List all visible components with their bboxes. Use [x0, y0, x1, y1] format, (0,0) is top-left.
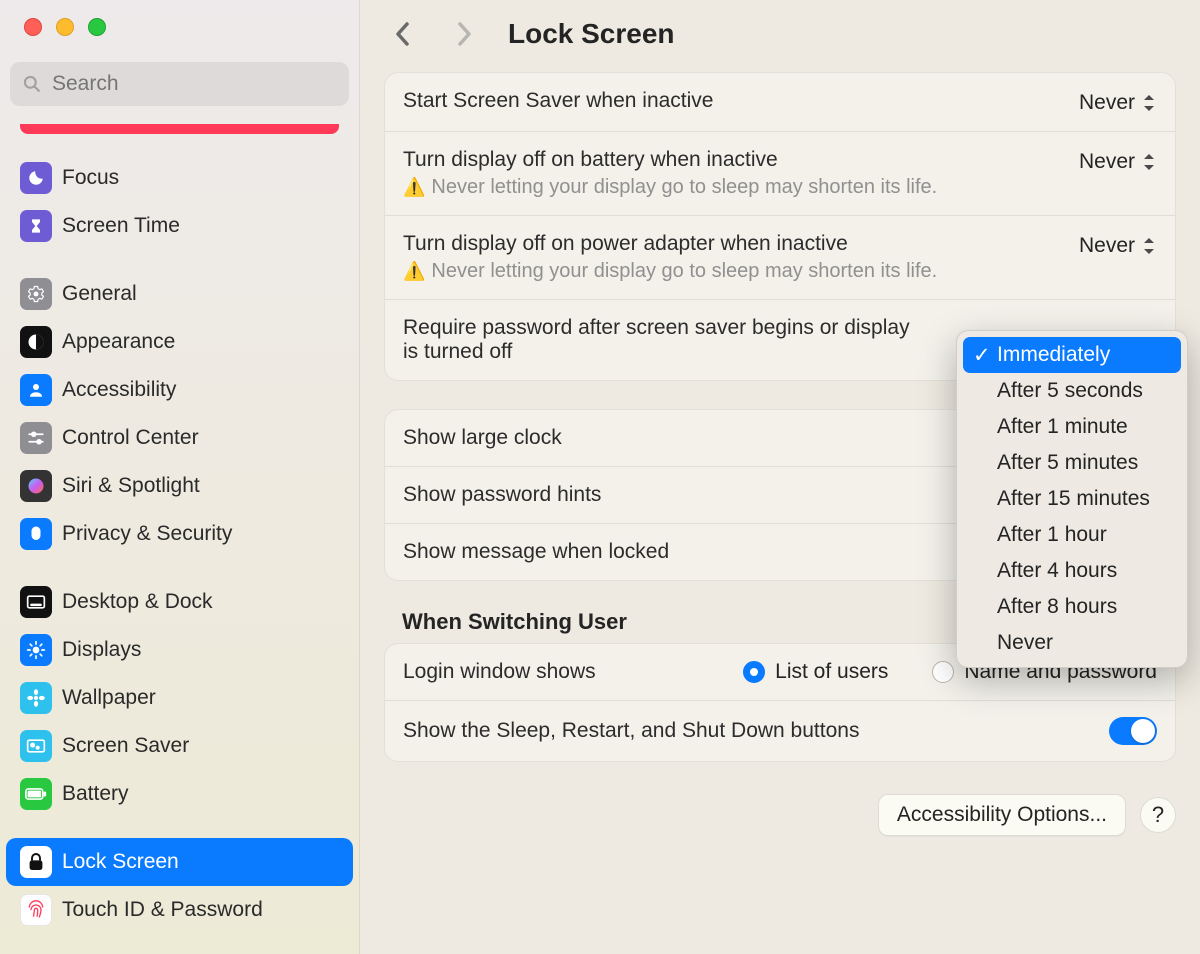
setting-label: Show the Sleep, Restart, and Shut Down b… — [403, 719, 1091, 743]
sidebar-item-label: General — [62, 281, 137, 306]
sidebar-item-appearance[interactable]: Appearance — [6, 318, 353, 366]
setting-power-display: Turn display off on power adapter when i… — [385, 216, 1175, 300]
sidebar-item-label: Displays — [62, 637, 141, 662]
setting-battery-display: Turn display off on battery when inactiv… — [385, 132, 1175, 216]
siri-icon — [20, 470, 52, 502]
sidebar-item-label: Privacy & Security — [62, 521, 232, 546]
hourglass-icon — [20, 210, 52, 242]
battery-popup[interactable]: Never — [1079, 148, 1157, 174]
chevron-updown-icon — [1141, 237, 1157, 255]
moon-icon — [20, 162, 52, 194]
sliders-icon — [20, 422, 52, 454]
dock-icon — [20, 586, 52, 618]
sleep-buttons-toggle[interactable] — [1109, 717, 1157, 745]
sidebar-item-label: Siri & Spotlight — [62, 473, 200, 498]
sidebar-item-desktop-dock[interactable]: Desktop & Dock — [6, 578, 353, 626]
setting-label: Require password after screen saver begi… — [403, 316, 923, 364]
sidebar-item-label: Lock Screen — [62, 849, 179, 874]
menu-option[interactable]: After 5 seconds — [963, 373, 1181, 409]
setting-label: Start Screen Saver when inactive — [403, 89, 1061, 113]
sidebar-item-privacy-security[interactable]: Privacy & Security — [6, 510, 353, 558]
setting-label: Login window shows — [403, 660, 596, 684]
battery-icon — [20, 778, 52, 810]
sidebar-item-label: Screen Saver — [62, 733, 189, 758]
menu-option[interactable]: After 4 hours — [963, 553, 1181, 589]
sidebar-item-label: Screen Time — [62, 213, 180, 238]
sidebar-item-siri-spotlight[interactable]: Siri & Spotlight — [6, 462, 353, 510]
screensaver-popup[interactable]: Never — [1079, 89, 1157, 115]
sidebar-item-lock-screen[interactable]: Lock Screen — [6, 838, 353, 886]
chevron-updown-icon — [1141, 94, 1157, 112]
sidebar-item-wallpaper[interactable]: Wallpaper — [6, 674, 353, 722]
page-title: Lock Screen — [508, 18, 675, 50]
zoom-window-button[interactable] — [88, 18, 106, 36]
back-button[interactable] — [388, 18, 420, 50]
radio-icon — [932, 661, 954, 683]
sidebar-item-screen-saver[interactable]: Screen Saver — [6, 722, 353, 770]
lock-icon — [20, 846, 52, 878]
setting-label: Turn display off on power adapter when i… — [403, 232, 1061, 256]
menu-option[interactable]: After 15 minutes — [963, 481, 1181, 517]
menu-option[interactable]: Immediately — [963, 337, 1181, 373]
setting-screensaver: Start Screen Saver when inactive Never — [385, 73, 1175, 132]
minimize-window-button[interactable] — [56, 18, 74, 36]
setting-show-sleep-buttons: Show the Sleep, Restart, and Shut Down b… — [385, 701, 1175, 761]
sidebar-item-touch-id[interactable]: Touch ID & Password — [6, 886, 353, 934]
radio-icon — [743, 661, 765, 683]
sidebar: Focus Screen Time General Appearance Accessi… — [0, 0, 360, 954]
warning-icon: ⚠️ — [403, 177, 425, 198]
gear-icon — [20, 278, 52, 310]
close-window-button[interactable] — [24, 18, 42, 36]
forward-button[interactable] — [448, 18, 480, 50]
require-password-menu[interactable]: ImmediatelyAfter 5 secondsAfter 1 minute… — [956, 330, 1188, 668]
sidebar-item-partial[interactable] — [20, 124, 339, 134]
radio-list-of-users[interactable]: List of users — [743, 660, 888, 684]
search-icon — [22, 74, 42, 94]
fingerprint-icon — [20, 894, 52, 926]
screensaver-icon — [20, 730, 52, 762]
main-content: Lock Screen Start Screen Saver when inac… — [360, 0, 1200, 954]
sidebar-item-screen-time[interactable]: Screen Time — [6, 202, 353, 250]
sidebar-item-control-center[interactable]: Control Center — [6, 414, 353, 462]
sidebar-item-accessibility[interactable]: Accessibility — [6, 366, 353, 414]
menu-option[interactable]: Never — [963, 625, 1181, 661]
help-button[interactable]: ? — [1140, 797, 1176, 833]
setting-label: Turn display off on battery when inactiv… — [403, 148, 1061, 172]
sidebar-item-label: Desktop & Dock — [62, 589, 213, 614]
window-controls — [0, 18, 359, 36]
contrast-icon — [20, 326, 52, 358]
toolbar: Lock Screen — [360, 0, 1200, 66]
hand-icon — [20, 518, 52, 550]
flower-icon — [20, 682, 52, 714]
sidebar-item-label: Appearance — [62, 329, 175, 354]
chevron-updown-icon — [1141, 153, 1157, 171]
warning-icon: ⚠️ — [403, 261, 425, 282]
brightness-icon — [20, 634, 52, 666]
search-field[interactable] — [10, 62, 349, 106]
sidebar-item-label: Control Center — [62, 425, 199, 450]
sidebar-item-general[interactable]: General — [6, 270, 353, 318]
menu-option[interactable]: After 1 minute — [963, 409, 1181, 445]
search-input[interactable] — [50, 71, 337, 97]
sidebar-item-label: Battery — [62, 781, 129, 806]
sidebar-item-label: Wallpaper — [62, 685, 156, 710]
sidebar-item-label: Focus — [62, 165, 119, 190]
menu-option[interactable]: After 8 hours — [963, 589, 1181, 625]
menu-option[interactable]: After 5 minutes — [963, 445, 1181, 481]
menu-option[interactable]: After 1 hour — [963, 517, 1181, 553]
sidebar-item-displays[interactable]: Displays — [6, 626, 353, 674]
sidebar-item-label: Accessibility — [62, 377, 176, 402]
sidebar-item-label: Touch ID & Password — [62, 897, 263, 922]
sidebar-item-focus[interactable]: Focus — [6, 154, 353, 202]
accessibility-options-button[interactable]: Accessibility Options... — [878, 794, 1126, 836]
sidebar-item-battery[interactable]: Battery — [6, 770, 353, 818]
power-popup[interactable]: Never — [1079, 232, 1157, 258]
person-icon — [20, 374, 52, 406]
